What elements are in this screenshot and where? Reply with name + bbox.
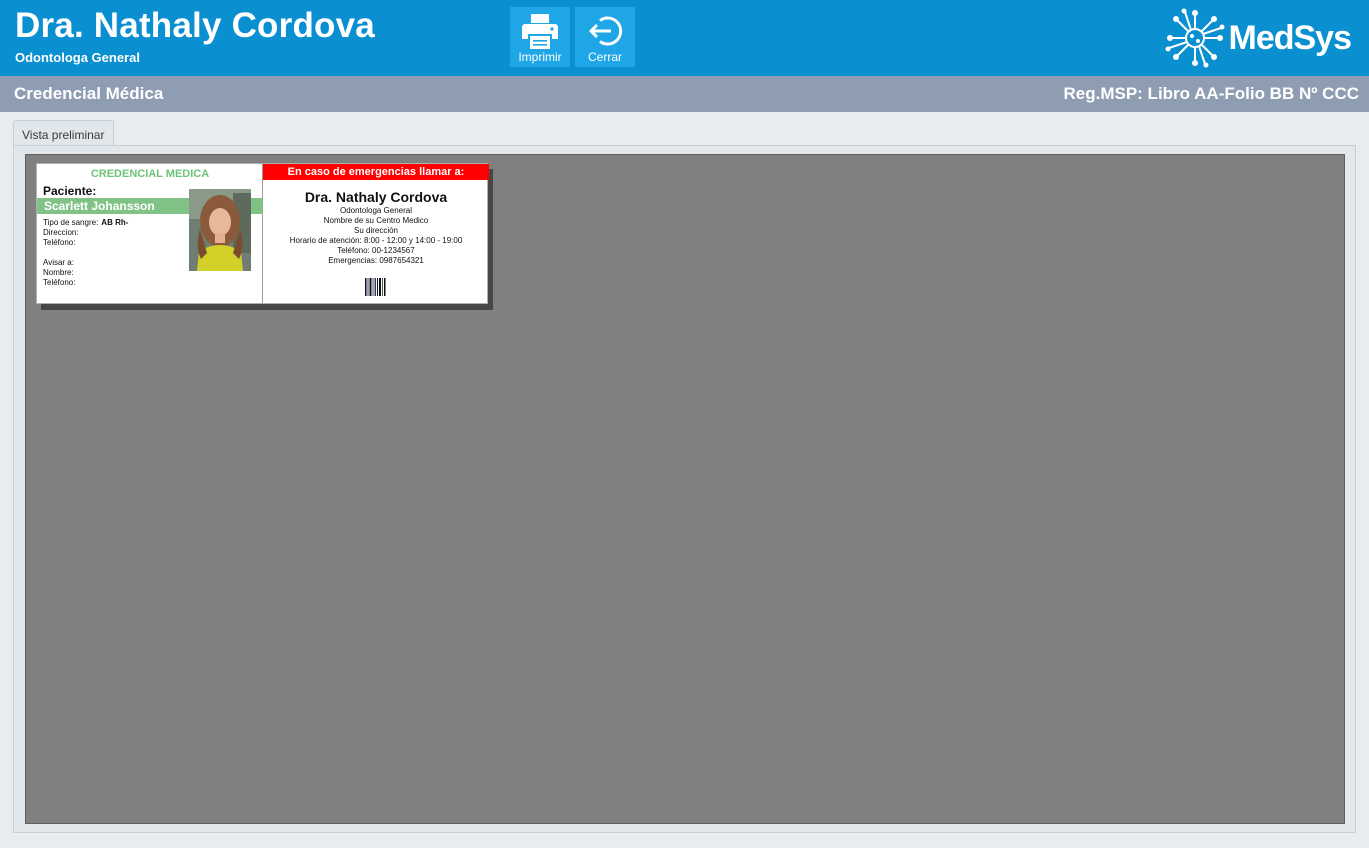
- contact-phone-label: Teléfono:: [43, 278, 76, 287]
- emergency-header: En caso de emergencias llamar a:: [263, 164, 489, 180]
- close-label: Cerrar: [587, 50, 622, 64]
- preview-panel: CREDENCIAL MEDICA Paciente: Scarlett Joh…: [13, 145, 1356, 833]
- card-specialty: Odontologa General: [339, 206, 413, 215]
- contact-name-label: Nombre:: [43, 268, 74, 277]
- blood-type-value: AB Rh-: [101, 218, 129, 227]
- card-address: Su dirección: [353, 226, 399, 235]
- doctor-specialty: Odontologa General: [15, 50, 140, 65]
- credential-title: CREDENCIAL MEDICA: [90, 168, 210, 180]
- card-phone: Teléfono: 00-1234567: [337, 246, 415, 255]
- page-title: Credencial Médica: [14, 84, 164, 103]
- print-button[interactable]: Imprimir: [510, 7, 570, 67]
- blood-type-row: Tipo de sangre: AB Rh-: [43, 218, 129, 227]
- patient-label: Paciente:: [43, 184, 97, 198]
- medical-credential-card: CREDENCIAL MEDICA Paciente: Scarlett Joh…: [36, 163, 489, 304]
- address-label: Direccion:: [43, 228, 79, 237]
- card-hours: Horario de atención: 8:00 - 12:00 y 14:0…: [289, 236, 463, 245]
- patient-photo: [189, 189, 251, 271]
- card-back: En caso de emergencias llamar a: Dra. Na…: [263, 164, 489, 303]
- report-viewer: CREDENCIAL MEDICA Paciente: Scarlett Joh…: [25, 154, 1345, 824]
- printer-icon: [522, 14, 558, 49]
- brand-name: MedSys: [1228, 18, 1352, 57]
- close-button[interactable]: Cerrar: [575, 7, 635, 67]
- notify-label: Avisar a:: [43, 258, 74, 267]
- print-label: Imprimir: [518, 50, 562, 64]
- exit-icon: [589, 16, 623, 46]
- patient-name: Scarlett Johansson: [44, 199, 155, 213]
- card-emergency-phone: Emergencias: 0987654321: [328, 256, 424, 265]
- tab-preview[interactable]: Vista preliminar: [13, 120, 114, 146]
- section-bar: Credencial Médica Reg.MSP: Libro AA-Foli…: [0, 76, 1369, 112]
- card-center: Nombre de su Centro Medico: [323, 216, 429, 225]
- card-front: CREDENCIAL MEDICA Paciente: Scarlett Joh…: [37, 164, 263, 303]
- card-doctor-name: Dra. Nathaly Cordova: [304, 189, 448, 205]
- network-icon: [1165, 8, 1224, 68]
- registration-text: Reg.MSP: Libro AA-Folio BB Nº CCC: [1063, 84, 1360, 103]
- brand-logo: MedSys: [1163, 6, 1352, 70]
- app-header: Dra. Nathaly Cordova Odontologa General …: [0, 0, 1369, 76]
- phone-label: Teléfono:: [43, 238, 76, 247]
- barcode-icon: [365, 278, 386, 296]
- doctor-name: Dra. Nathaly Cordova: [15, 6, 375, 45]
